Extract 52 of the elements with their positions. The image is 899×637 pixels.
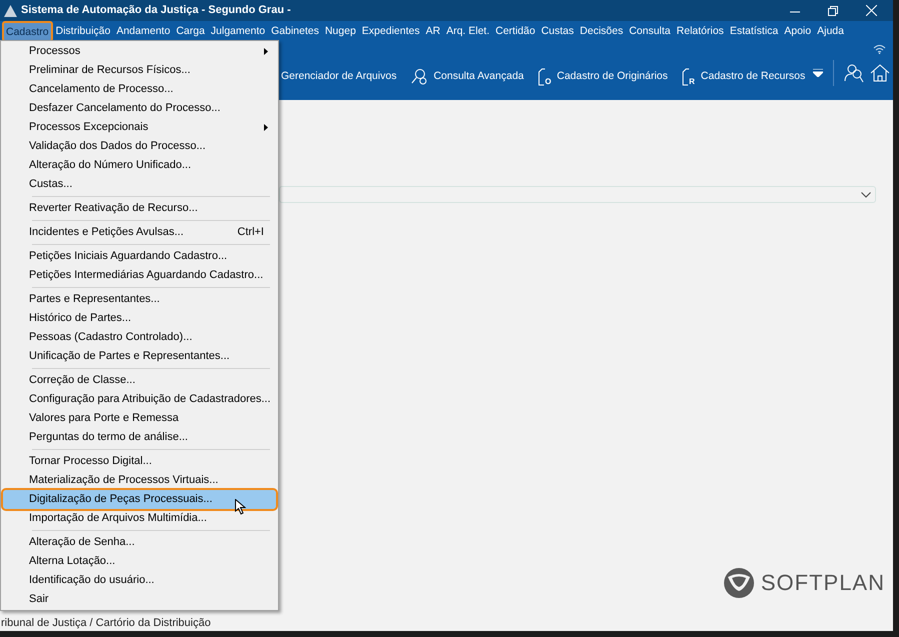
toolbar-button[interactable]: R Cadastro de Recursos	[682, 68, 806, 86]
menu-bar-item[interactable]: Estatística	[726, 24, 782, 40]
menu-bar-item[interactable]: Carga	[173, 24, 208, 40]
menu-item[interactable]: Sair	[3, 590, 276, 609]
menu-item[interactable]: Configuração para Atribuição de Cadastradores...	[3, 390, 276, 409]
menu-bar-item[interactable]: Cadastro	[2, 21, 53, 42]
menu-item[interactable]: Correção de Classe...	[3, 371, 276, 390]
menu-item[interactable]: Petições Iniciais Aguardando Cadastro...	[3, 247, 276, 266]
menu-bar-item[interactable]: Arq. Elet.	[443, 24, 492, 40]
menu-item[interactable]: Tornar Processo Digital...	[3, 452, 276, 471]
menu-bar-item[interactable]: Custas	[538, 24, 577, 40]
window-title: Sistema de Automação da Justiça - Segundo Grau -	[21, 3, 291, 18]
menu-item[interactable]: Alteração de Senha...	[3, 533, 276, 552]
menu-bar-item[interactable]: AR	[422, 24, 444, 40]
menu-item[interactable]: Reverter Reativação de Recurso...	[3, 199, 276, 218]
menu-item[interactable]: Preliminar de Recursos Físicos...	[3, 61, 276, 80]
menu-item[interactable]: Cancelamento de Processo...	[3, 80, 276, 99]
menu-bar-item[interactable]: Decisões	[576, 24, 626, 40]
toolbar-button[interactable]: Consulta Avançada	[410, 68, 524, 86]
toolbar-button[interactable]: Gerenciador de Arquivos	[281, 69, 397, 85]
menu-item[interactable]: Identificação do usuário...	[3, 571, 276, 590]
menu-item[interactable]: Importação de Arquivos Multimídia...	[3, 509, 276, 528]
menu-bar-item[interactable]: Certidão	[492, 24, 538, 40]
menu-bar-item[interactable]: Relatórios	[674, 24, 727, 40]
menu-item[interactable]: Alterna Lotação...	[3, 552, 276, 571]
menu-item[interactable]: Alteração do Número Unificado...	[3, 156, 276, 175]
menu-bar-item[interactable]: Expedientes	[358, 24, 423, 40]
menu-item[interactable]: Perguntas do termo de análise...	[3, 428, 276, 447]
menu-bar-item[interactable]: Consulta	[626, 24, 674, 40]
toolbar-button[interactable]: O Cadastro de Originários	[538, 68, 668, 86]
menu-item[interactable]: Incidentes e Petições Avulsas... Ctrl+I	[3, 223, 276, 242]
menu-item[interactable]: Histórico de Partes...	[3, 309, 276, 328]
menu-bar-item[interactable]: Andamento	[113, 24, 174, 40]
menu-item[interactable]: Custas...	[3, 175, 276, 194]
menu-bar-item[interactable]: Ajuda	[814, 24, 847, 40]
logo-text: SOFTPLAN	[760, 569, 885, 597]
status-text: ribunal de Justiça / Cartório da Distribuição	[0, 616, 211, 631]
menu-item[interactable]: Materialização de Processos Virtuais...	[3, 471, 276, 490]
menu-item[interactable]: Petições Intermediárias Aguardando Cadastro...	[3, 266, 276, 285]
menu-bar-item[interactable]: Julgamento	[208, 24, 268, 40]
menu-bar-item[interactable]: Distribuição	[52, 24, 114, 40]
menu-bar-item[interactable]: Gabinetes	[268, 24, 322, 40]
menu-item[interactable]: Valores para Porte e Remessa	[3, 409, 276, 428]
menu-item[interactable]: Processos Excepcionais	[3, 118, 276, 137]
menu-item[interactable]: Validação dos Dados do Processo...	[3, 137, 276, 156]
menu-bar-item[interactable]: Nugep	[322, 24, 359, 40]
menu-bar-item[interactable]: Apoio	[781, 24, 814, 40]
menu-item[interactable]: Unificação de Partes e Representantes...	[3, 347, 276, 366]
menu-item[interactable]: Pessoas (Cadastro Controlado)...	[3, 328, 276, 347]
menu-item[interactable]: Desfazer Cancelamento do Processo...	[3, 99, 276, 118]
menu-item[interactable]: Partes e Representantes...	[3, 290, 276, 309]
menu-item[interactable]: Processos	[3, 42, 276, 61]
